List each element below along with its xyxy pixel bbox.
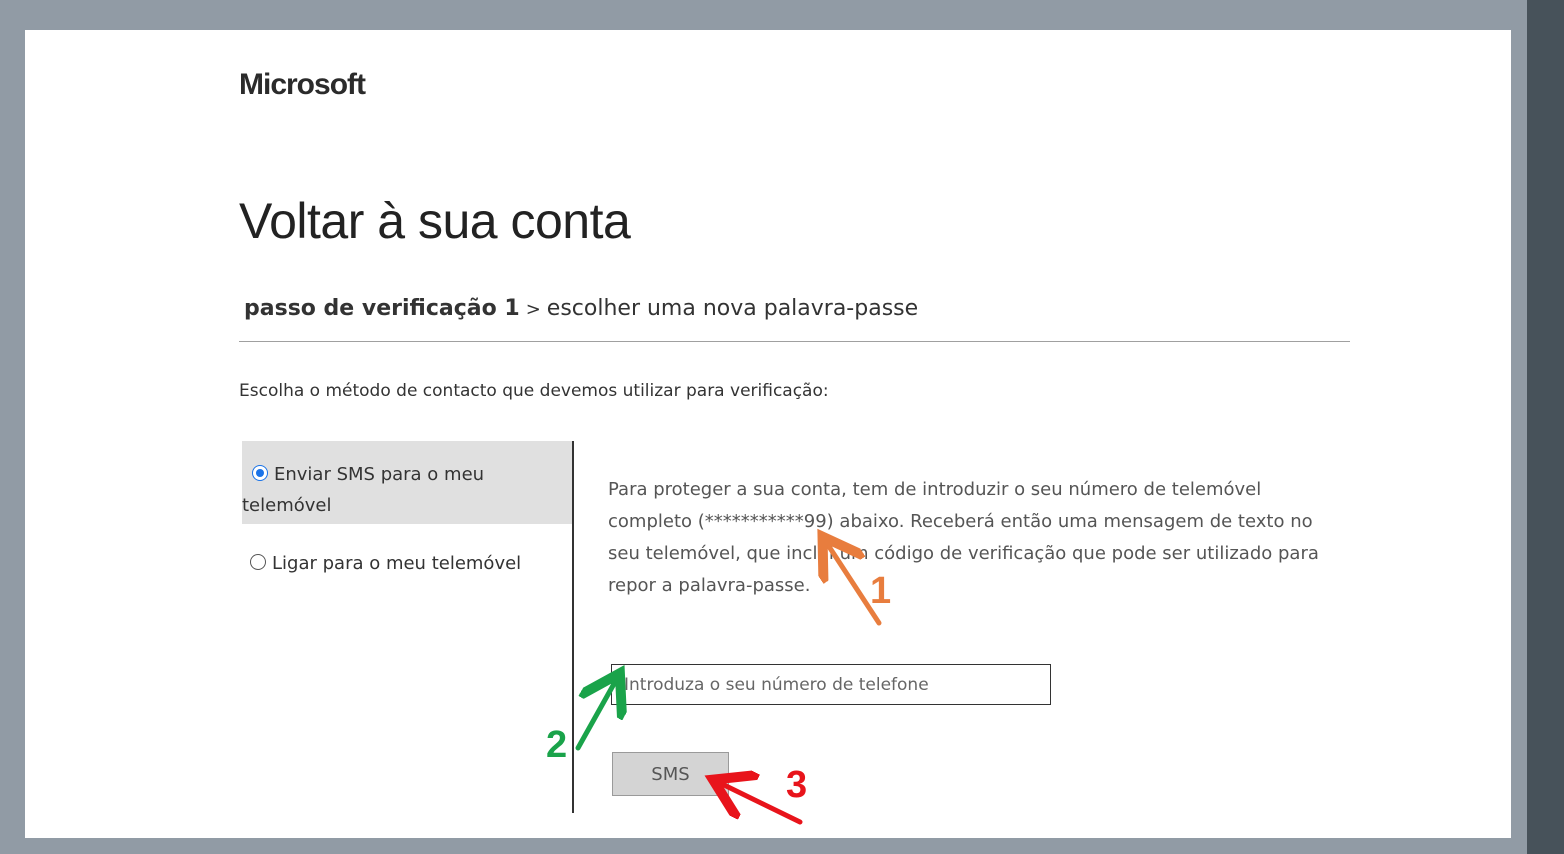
recovery-card: Microsoft Voltar à sua conta passo de ve… bbox=[25, 30, 1511, 838]
radio-selected-icon[interactable] bbox=[252, 465, 268, 481]
method-option-call[interactable]: Ligar para o meu telemóvel bbox=[242, 548, 572, 579]
step-separator: > bbox=[525, 299, 541, 320]
contact-method-list: Enviar SMS para o meu telemóvel Ligar pa… bbox=[242, 441, 572, 579]
microsoft-logo: Microsoft bbox=[239, 68, 366, 101]
method-option-sms[interactable]: Enviar SMS para o meu telemóvel bbox=[242, 441, 572, 524]
verification-description: Para proteger a sua conta, tem de introd… bbox=[608, 479, 1319, 596]
sms-button[interactable]: SMS bbox=[612, 752, 729, 796]
radio-unselected-icon[interactable] bbox=[250, 554, 266, 570]
current-step: passo de verificação 1 bbox=[244, 296, 520, 321]
window-edge bbox=[1527, 0, 1564, 854]
method-label: Enviar SMS para o meu telemóvel bbox=[242, 464, 485, 516]
step-indicator: passo de verificação 1 > escolher uma nova… bbox=[244, 296, 918, 321]
column-divider bbox=[572, 441, 574, 813]
next-step: escolher uma nova palavra-passe bbox=[546, 296, 919, 321]
method-label: Ligar para o meu telemóvel bbox=[272, 553, 522, 574]
page-title: Voltar à sua conta bbox=[239, 193, 631, 249]
method-instruction: Escolha o método de contacto que devemos… bbox=[239, 381, 829, 401]
phone-number-input[interactable] bbox=[611, 664, 1051, 705]
step-divider bbox=[239, 341, 1350, 342]
